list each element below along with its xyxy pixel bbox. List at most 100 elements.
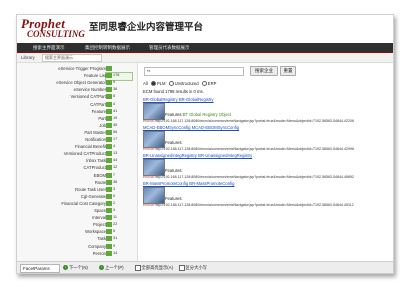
search-button[interactable]: 搜索企业: [250, 66, 278, 76]
result-url[interactable]: enovia http://192.168.117.128:8080/enovi…: [143, 147, 354, 152]
search-input[interactable]: **: [144, 67, 244, 76]
browser-window: Prophet CONSULTING 至同思睿企业内容管理平台 搜索主界面演示 …: [16, 14, 394, 274]
find-prev-button[interactable]: ↑ 上一个(P): [99, 264, 124, 272]
facet-label[interactable]: EBOM: [94, 172, 106, 179]
facet-label[interactable]: Notification: [85, 136, 106, 143]
result-url-text[interactable]: http://192.168.117.128:8080/enovia/commo…: [155, 203, 354, 207]
facet-label[interactable]: Route: [95, 179, 106, 186]
facet-row[interactable]: Financial Benefit 4: [17, 143, 137, 150]
result-url[interactable]: enovia http://192.168.117.128:8080/enovi…: [143, 203, 354, 208]
facet-row[interactable]: eService Trigger Program: [17, 65, 137, 72]
facet-row[interactable]: Notification 17: [17, 136, 137, 143]
result-url[interactable]: enovia http://192.168.117.128:8080/enovi…: [143, 175, 354, 180]
find-input[interactable]: FacetParams: [20, 264, 60, 273]
facet-row[interactable]: Job 45: [17, 122, 137, 129]
facet-label[interactable]: Cgl-Generate: [81, 193, 106, 200]
result-thumbnail[interactable]: [143, 187, 165, 204]
match-case-checkbox[interactable]: 区分大小写: [179, 264, 207, 272]
facet-value: 7: [113, 172, 116, 177]
result-title-link[interactable]: BR-MassPromoteConfig BR-MassPromoteConfi…: [143, 181, 234, 186]
nav-item-group-data[interactable]: 集团控制转制数据展示: [85, 44, 130, 51]
result-url-text[interactable]: http://192.168.117.128:8080/enovia/commo…: [155, 119, 354, 123]
facet-label[interactable]: Feature: [92, 108, 106, 115]
filter-unstructured-label[interactable]: Unstructured: [175, 81, 199, 86]
breadcrumb-library[interactable]: Library: [21, 54, 35, 61]
facet-row[interactable]: Financial Cost Category 2: [17, 200, 137, 207]
facet-value: 17: [113, 137, 118, 141]
facet-label[interactable]: Versioned CATProduct: [64, 150, 106, 157]
facet-row[interactable]: Project 22: [17, 221, 137, 228]
result-url[interactable]: enovia http://192.168.117.128:8080/enovi…: [143, 119, 354, 124]
facet-row[interactable]: Space 3: [17, 207, 137, 214]
result-title-link[interactable]: BR-UnassignedIntegRegistry BR-Unassigned…: [143, 153, 252, 158]
facet-count-badge: [106, 66, 112, 71]
facet-row[interactable]: Person 14: [17, 250, 137, 257]
facet-row[interactable]: Route 38: [17, 179, 137, 186]
radio-plm[interactable]: [150, 81, 156, 87]
facet-label[interactable]: Task: [97, 235, 106, 242]
result-thumbnail[interactable]: [143, 159, 165, 176]
prophet-consulting-logo[interactable]: Prophet CONSULTING: [21, 17, 85, 41]
facet-row[interactable]: CATPart 4: [17, 101, 137, 108]
facet-label[interactable]: Company: [88, 243, 106, 250]
facet-label[interactable]: Space: [94, 207, 106, 214]
facet-value: 178: [113, 73, 120, 78]
facet-label[interactable]: CATPart: [90, 101, 106, 108]
facet-row[interactable]: eService Number 36: [17, 86, 137, 93]
result-title-link[interactable]: MCAD-EBOMSyncConfig MCAD-EBOMSyncConfig: [143, 125, 239, 130]
radio-unstructured[interactable]: [168, 81, 174, 87]
filter-all-label[interactable]: All: [143, 81, 148, 86]
filter-plm-label[interactable]: PLM: [157, 81, 166, 86]
facet-row[interactable]: Company 9: [17, 243, 137, 250]
facet-label[interactable]: Route Task User: [75, 186, 106, 193]
highlight-all-toggle[interactable]: 全部高亮显示(A): [135, 264, 173, 272]
facet-label[interactable]: Job: [99, 122, 106, 129]
facet-label[interactable]: CATProduct: [84, 164, 107, 171]
facet-label[interactable]: Part: [98, 115, 106, 122]
facet-label[interactable]: eService Object Generator: [56, 79, 106, 86]
facet-label[interactable]: eService Number: [74, 86, 106, 93]
facet-label[interactable]: Inbox Task: [86, 157, 106, 164]
facet-label[interactable]: Project: [93, 221, 106, 228]
nav-item-admin-data[interactable]: 管理员代表数据展示: [149, 44, 190, 51]
facet-row[interactable]: EBOM 7: [17, 172, 137, 179]
facet-row[interactable]: Route Task User 3: [17, 186, 137, 193]
facet-value: 11: [113, 215, 117, 220]
facet-row[interactable]: CATProduct 12: [17, 164, 137, 171]
reset-button[interactable]: 重置: [280, 66, 296, 76]
facet-count-badge: [106, 222, 112, 228]
facet-label[interactable]: Part Master: [84, 129, 106, 136]
facet-label[interactable]: Financial Cost Category: [61, 200, 106, 207]
breadcrumb-current[interactable]: 搜索主界面演示: [42, 54, 102, 62]
facet-row[interactable]: Versioned CATPart 8: [17, 93, 137, 100]
facet-row[interactable]: Interval 11: [17, 214, 137, 221]
facet-row[interactable]: Feature List 178: [17, 72, 137, 82]
facet-row[interactable]: Versioned CATProduct 13: [17, 150, 137, 157]
radio-erp[interactable]: [201, 81, 207, 87]
facet-row[interactable]: Workspace 5: [17, 228, 137, 235]
filter-erp-label[interactable]: ERP: [208, 81, 217, 86]
facet-label[interactable]: Workspace: [85, 228, 106, 235]
result-title-link[interactable]: BR-GlobalRegistry BR-GlobalRegistry: [143, 97, 214, 102]
result-thumbnail[interactable]: [143, 103, 165, 120]
facet-row[interactable]: eService Object Generator 9: [17, 79, 137, 86]
main-navbar: 搜索主界面演示 集团控制转制数据展示 管理员代表数据展示: [17, 43, 393, 53]
result-url-text[interactable]: http://192.168.117.128:8080/enovia/commo…: [155, 147, 354, 151]
facet-row[interactable]: Cgl-Generate 6: [17, 193, 137, 200]
facet-label[interactable]: Versioned CATPart: [70, 93, 106, 100]
facet-label[interactable]: Person: [93, 250, 106, 257]
facet-value: 2: [113, 200, 116, 205]
find-next-button[interactable]: ↓ 下一个(N): [63, 264, 88, 272]
facet-row[interactable]: Part 19: [17, 115, 137, 122]
facet-row[interactable]: Part Master 56: [17, 129, 137, 136]
result-url-text[interactable]: http://192.168.117.128:8080/enovia/commo…: [155, 175, 354, 179]
result-thumbnail[interactable]: [143, 131, 165, 148]
facet-label[interactable]: Financial Benefit: [75, 143, 106, 150]
nav-item-search-demo[interactable]: 搜索主界面演示: [33, 44, 65, 51]
facet-row[interactable]: Task 31: [17, 235, 137, 242]
facet-label[interactable]: eService Trigger Program: [58, 65, 106, 72]
facet-label[interactable]: Feature List: [84, 72, 106, 79]
facet-row[interactable]: Inbox Task 44: [17, 157, 137, 164]
facet-row[interactable]: Feature 41: [17, 108, 137, 115]
facet-label[interactable]: Interval: [92, 214, 106, 221]
